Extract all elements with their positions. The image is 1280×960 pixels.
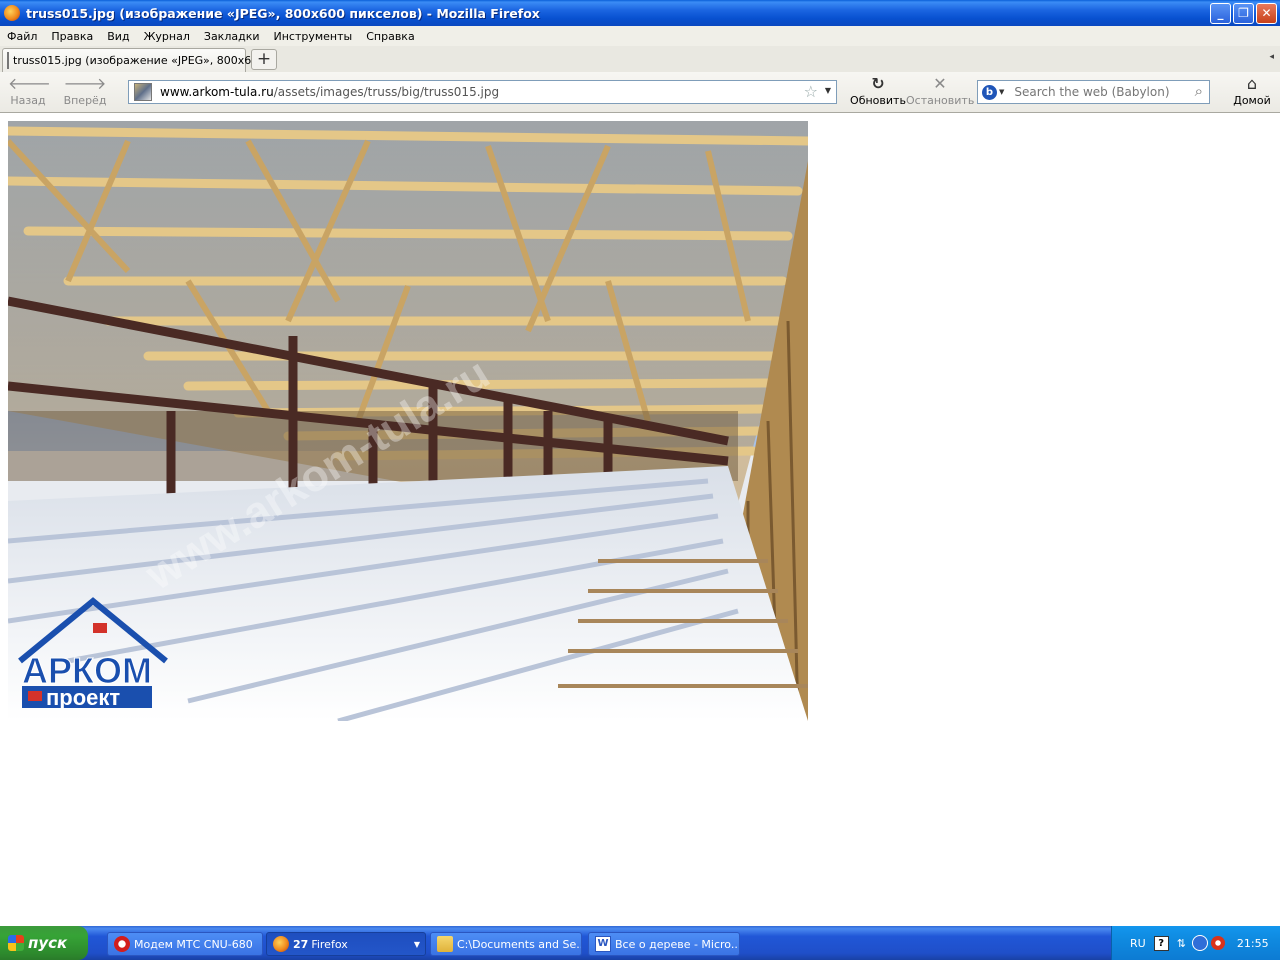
menu-history[interactable]: Журнал	[137, 30, 197, 43]
menu-bookmarks[interactable]: Закладки	[197, 30, 267, 43]
taskbar-item-modem[interactable]: Модем МТС CNU-680	[107, 932, 263, 956]
search-input[interactable]	[1012, 84, 1185, 100]
folder-icon	[437, 936, 453, 952]
stop-label: Остановить	[906, 94, 975, 107]
reload-label: Обновить	[850, 94, 906, 107]
truss-photo-drawing: www.arkom-tula.ru АРКОМ проект	[8, 121, 808, 721]
home-button[interactable]: ⌂ Домой	[1230, 74, 1274, 107]
opera-tray-icon[interactable]	[1210, 936, 1225, 950]
address-bar[interactable]: www.arkom-tula.ru/assets/images/truss/bi…	[128, 80, 837, 104]
window-title: truss015.jpg (изображение «JPEG», 800x60…	[26, 5, 540, 21]
back-label: Назад	[10, 94, 46, 107]
help-icon[interactable]: ?	[1153, 935, 1169, 951]
search-bar[interactable]: b ▼ ⌕	[977, 80, 1210, 104]
new-tab-button[interactable]: +	[251, 49, 277, 70]
menu-tools[interactable]: Инструменты	[267, 30, 360, 43]
title-bar[interactable]: truss015.jpg (изображение «JPEG», 800x60…	[0, 0, 1280, 26]
menu-view[interactable]: Вид	[100, 30, 136, 43]
taskbar-item-word[interactable]: W Все о дереве - Micro...	[588, 932, 740, 956]
task-label-folder: C:\Documents and Se...	[457, 937, 582, 951]
taskbar-item-folder[interactable]: C:\Documents and Se...	[430, 932, 582, 956]
firefox-icon	[273, 936, 289, 952]
forward-button[interactable]: 🡒 Вперёд	[60, 74, 110, 107]
task-label-firefox: Firefox	[311, 937, 348, 951]
arrow-left-icon: 🡐	[8, 74, 51, 93]
stop-button[interactable]: ✕ Остановить	[906, 74, 974, 107]
system-tray: RU ? ⇅ 21:55	[1111, 926, 1280, 960]
babylon-engine-icon[interactable]: b	[982, 84, 997, 100]
forward-label: Вперёд	[63, 94, 107, 107]
back-button[interactable]: 🡐 Назад	[8, 74, 51, 107]
logo-text-bottom: проект	[46, 685, 120, 710]
tab-strip: truss015.jpg (изображение «JPEG», 800x6.…	[0, 46, 1280, 72]
task-label-word: Все о дереве - Micro...	[615, 937, 740, 951]
menu-edit[interactable]: Правка	[44, 30, 100, 43]
image-favicon-icon	[7, 52, 9, 69]
truss-photo[interactable]: www.arkom-tula.ru АРКОМ проект	[8, 121, 808, 721]
history-dropdown-icon[interactable]: ▼	[825, 86, 831, 95]
word-document-icon: W	[595, 936, 611, 952]
minimize-button[interactable]: _	[1210, 3, 1231, 24]
restore-button[interactable]: ❐	[1233, 3, 1254, 24]
bookmark-star-icon[interactable]: ☆	[804, 82, 818, 101]
firefox-icon	[4, 5, 20, 21]
tab-current[interactable]: truss015.jpg (изображение «JPEG», 800x6.…	[2, 48, 262, 72]
taskbar-item-firefox[interactable]: 27 Firefox ▼	[266, 932, 426, 956]
navigation-toolbar: 🡐 Назад 🡒 Вперёд www.arkom-tula.ru/asset…	[0, 72, 1280, 113]
start-label: пуск	[28, 934, 68, 952]
content-area: www.arkom-tula.ru АРКОМ проект	[0, 113, 1280, 926]
language-indicator[interactable]: RU	[1130, 937, 1146, 950]
stop-icon: ✕	[933, 74, 947, 93]
arrow-right-icon: 🡒	[63, 74, 107, 93]
start-button[interactable]: пуск	[0, 926, 88, 960]
url-text: www.arkom-tula.ru/assets/images/truss/bi…	[160, 85, 499, 99]
tab-label: truss015.jpg (изображение «JPEG», 800x6.…	[13, 54, 262, 67]
opera-icon	[114, 936, 130, 952]
tab-list-chevron-icon[interactable]: ◂	[1269, 52, 1274, 62]
task-count-firefox: 27	[293, 937, 309, 951]
network-icon[interactable]: ⇅	[1177, 937, 1186, 950]
home-label: Домой	[1233, 94, 1271, 107]
reload-button[interactable]: ↻ Обновить	[850, 74, 906, 107]
site-icon	[134, 83, 152, 101]
home-icon: ⌂	[1246, 74, 1258, 93]
clock[interactable]: 21:55	[1237, 937, 1269, 950]
task-label-modem: Модем МТС CNU-680	[134, 937, 253, 951]
search-magnifier-icon[interactable]: ⌕	[1195, 82, 1203, 100]
menu-help[interactable]: Справка	[359, 30, 421, 43]
url-path: /assets/images/truss/big/truss015.jpg	[273, 85, 500, 99]
reload-icon: ↻	[871, 74, 885, 93]
taskbar: пуск Модем МТС CNU-680 27 Firefox ▼ C:\D…	[0, 926, 1280, 960]
menu-bar: Файл Правка Вид Журнал Закладки Инструме…	[0, 26, 1280, 46]
menu-file[interactable]: Файл	[0, 30, 44, 43]
engine-dropdown-icon[interactable]: ▼	[999, 88, 1004, 96]
windows-logo-icon	[8, 935, 24, 951]
close-button[interactable]: ✕	[1256, 3, 1277, 24]
tray-app-icon[interactable]	[1191, 935, 1208, 951]
url-host: www.arkom-tula.ru	[160, 85, 274, 99]
window-controls: _ ❐ ✕	[1210, 3, 1277, 24]
group-dropdown-icon: ▼	[413, 939, 420, 949]
